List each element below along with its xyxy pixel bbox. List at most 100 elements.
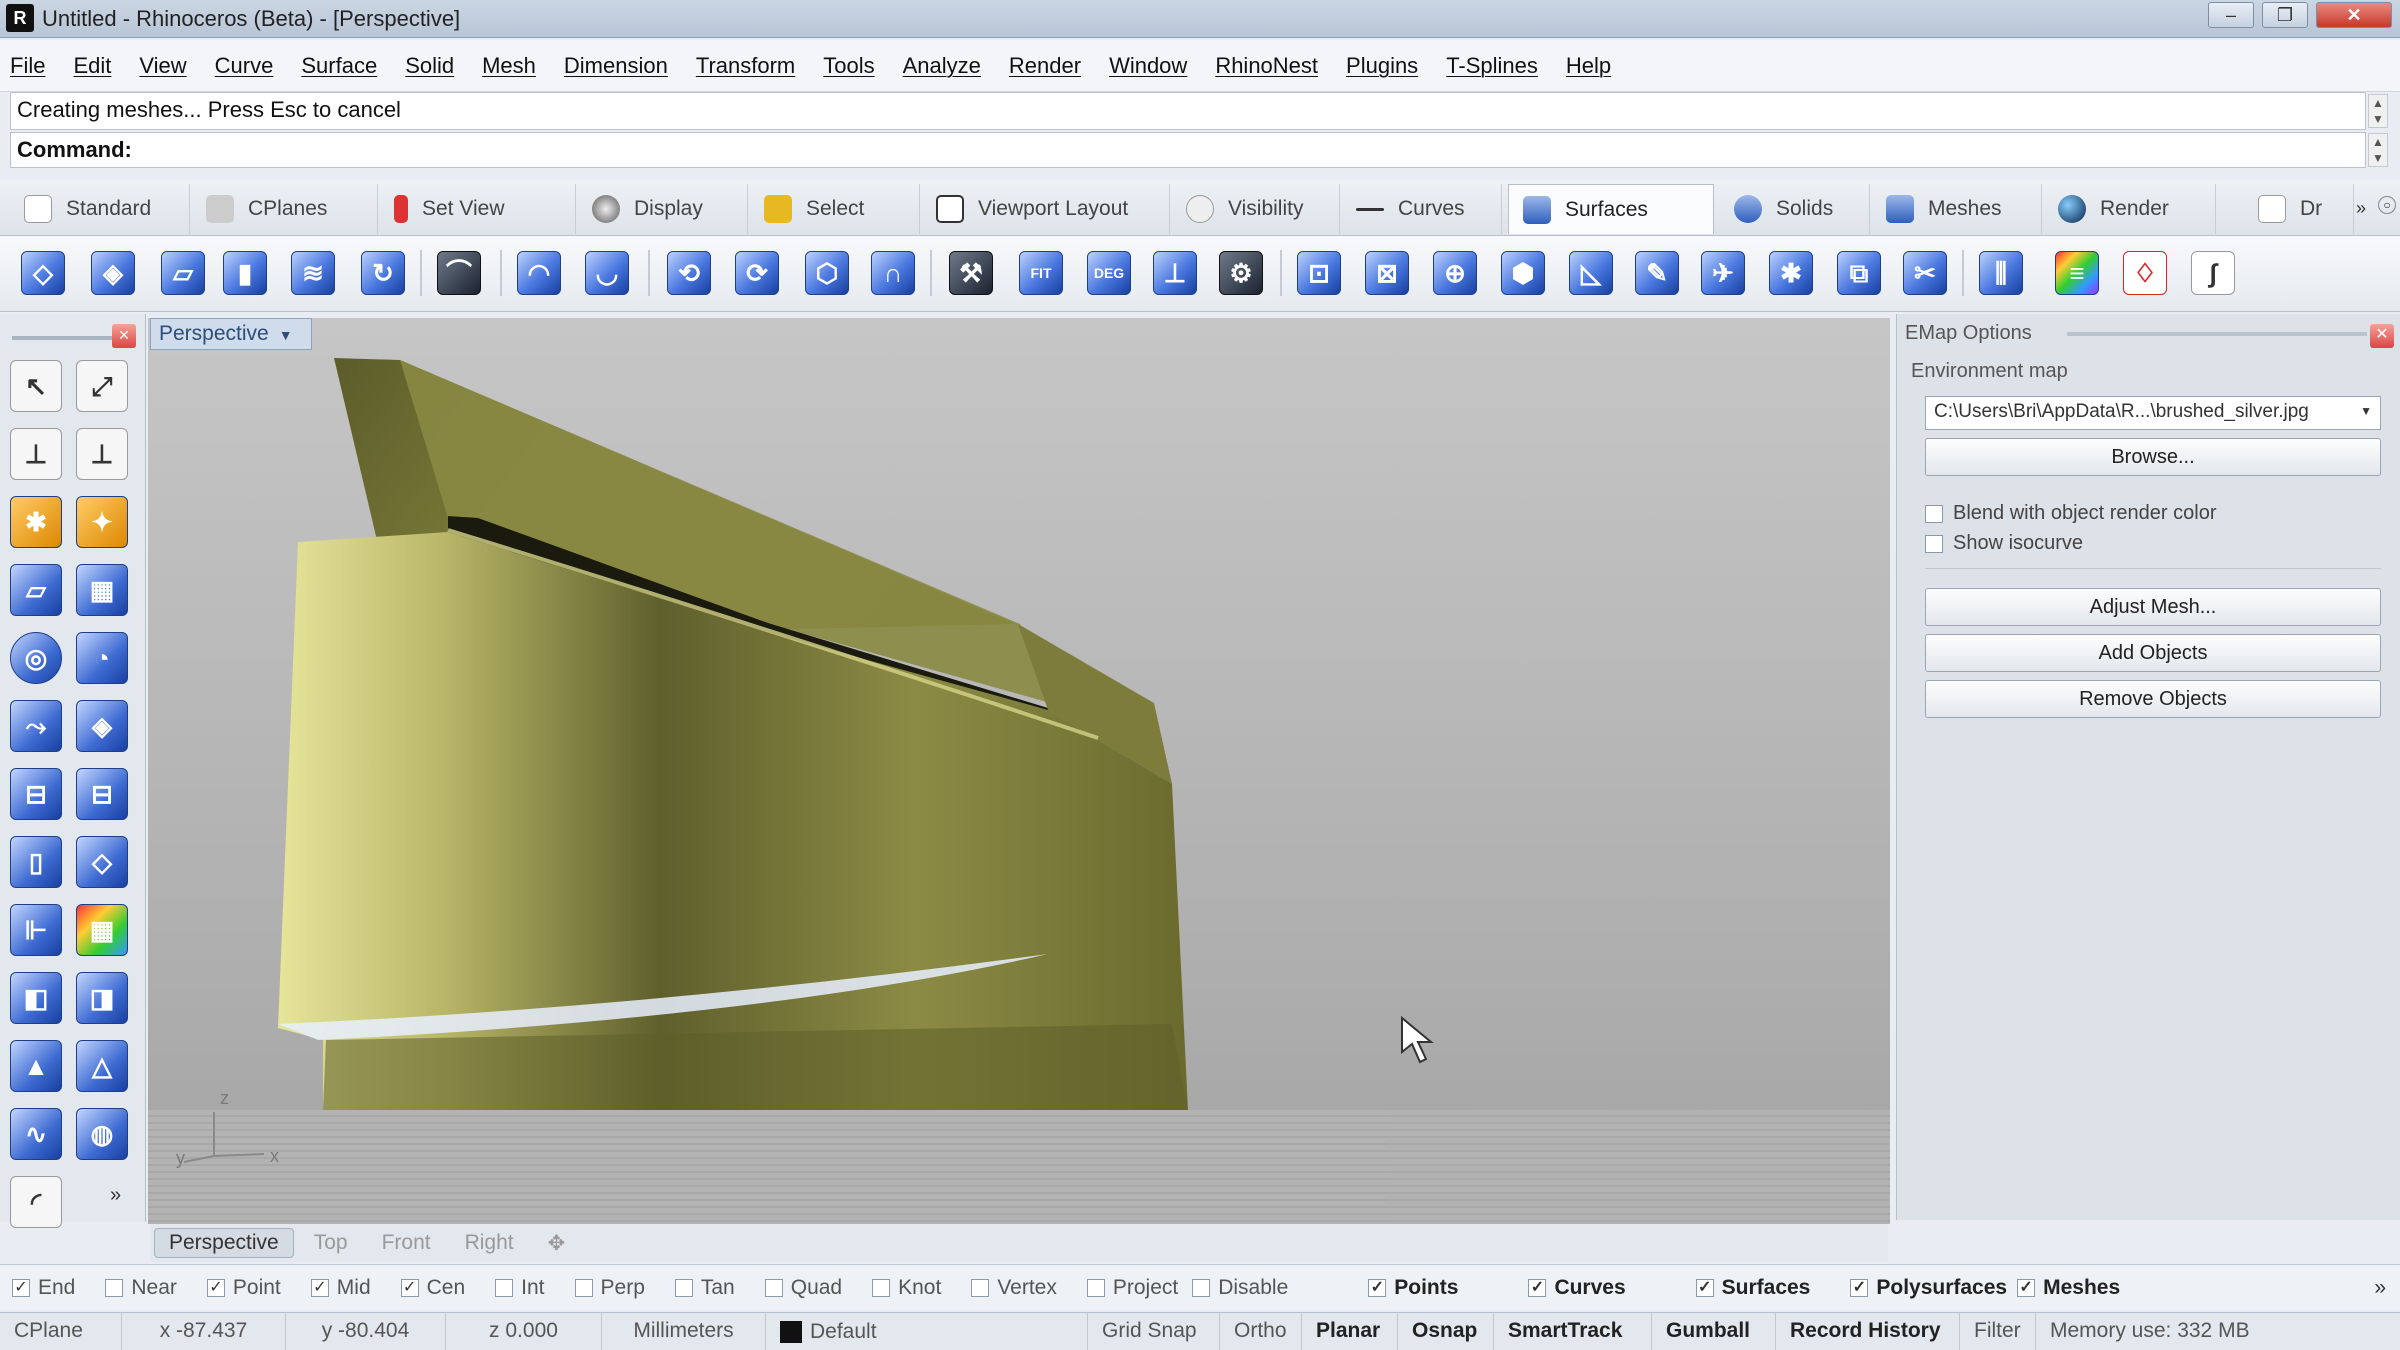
box-icon[interactable]: ⊟: [10, 768, 62, 820]
command-input[interactable]: Command:: [10, 132, 2366, 168]
osnap-quad-checkbox[interactable]: [764, 1278, 783, 1297]
ellipse-icon[interactable]: ◎: [10, 632, 62, 684]
curvature-analysis-icon[interactable]: ⫼: [1974, 244, 2028, 302]
add-objects-button[interactable]: Add Objects: [1925, 634, 2381, 672]
sweep-1-rail-icon[interactable]: ⌒: [432, 244, 486, 302]
tab-select[interactable]: Select: [750, 184, 920, 234]
tab-cplanes[interactable]: CPlanes: [192, 184, 378, 234]
shrink-trimmed-icon[interactable]: ⧉: [1832, 244, 1886, 302]
menu-tools[interactable]: Tools: [823, 53, 874, 79]
menu-analyze[interactable]: Analyze: [903, 53, 981, 79]
rhino-app-icon[interactable]: R: [6, 4, 34, 32]
offset-surface-icon[interactable]: ⬢: [1496, 244, 1550, 302]
tab-solids[interactable]: Solids: [1720, 184, 1870, 234]
ortho-toggle[interactable]: Ortho: [1220, 1312, 1302, 1350]
revolve-icon[interactable]: ↻: [356, 244, 410, 302]
osnap-int[interactable]: Int: [495, 1276, 545, 1300]
loft-icon[interactable]: ≋: [286, 244, 340, 302]
gumball-toggle[interactable]: Gumball: [1652, 1312, 1776, 1350]
osnap-mid-checkbox[interactable]: [310, 1278, 329, 1297]
boolean-union-icon[interactable]: ◧: [10, 972, 62, 1024]
rail-revolve-icon[interactable]: ∩: [866, 244, 920, 302]
menu-view[interactable]: View: [139, 53, 186, 79]
vptab-top[interactable]: Top: [300, 1229, 362, 1257]
filter-toggle[interactable]: Filter: [1960, 1312, 2036, 1350]
vptab-front[interactable]: Front: [368, 1229, 445, 1257]
menu-window[interactable]: Window: [1109, 53, 1187, 79]
pipe-icon[interactable]: ∿: [10, 1108, 62, 1160]
osnap-quad[interactable]: Quad: [764, 1276, 842, 1300]
circle-icon[interactable]: ✦: [76, 496, 128, 548]
osnap-overflow-icon[interactable]: »: [2374, 1276, 2386, 1300]
close-icon[interactable]: ✕: [2370, 324, 2394, 348]
menu-curve[interactable]: Curve: [215, 53, 274, 79]
network-surface-icon[interactable]: ◡: [580, 244, 634, 302]
patch-icon[interactable]: ⟲: [662, 244, 716, 302]
blend-render-color-row[interactable]: Blend with object render color: [1925, 502, 2216, 525]
split-at-isocurve-icon[interactable]: ✱: [1764, 244, 1818, 302]
osnap-vertex-checkbox[interactable]: [971, 1278, 990, 1297]
filter-polysurfaces[interactable]: Polysurfaces: [1850, 1276, 2007, 1300]
tab-visibility[interactable]: Visibility: [1172, 184, 1340, 234]
command-scroll-arrows[interactable]: ▲ ▼: [2368, 133, 2388, 167]
osnap-knot-checkbox[interactable]: [872, 1278, 891, 1297]
variable-fillet-icon[interactable]: ◺: [1564, 244, 1618, 302]
vptab-right[interactable]: Right: [451, 1229, 528, 1257]
surface-from-edges-icon[interactable]: ◈: [86, 244, 140, 302]
palette-grip[interactable]: [12, 336, 120, 340]
osnap-tan-checkbox[interactable]: [674, 1278, 693, 1297]
options-icon[interactable]: ○: [2378, 196, 2396, 214]
menu-rhinonest[interactable]: RhinoNest: [1215, 53, 1318, 79]
environment-map-select[interactable]: C:\Users\Bri\AppData\R...\brushed_silver…: [1925, 396, 2381, 430]
tab-surfaces[interactable]: Surfaces: [1508, 184, 1714, 234]
fit-surface-icon[interactable]: FIT: [1014, 244, 1068, 302]
menu-edit[interactable]: Edit: [73, 53, 111, 79]
polyline-icon[interactable]: ⊥: [76, 428, 128, 480]
merge-surface-icon[interactable]: ⚙: [1214, 244, 1268, 302]
change-degree-icon[interactable]: DEG: [1082, 244, 1136, 302]
adjust-mesh-button[interactable]: Adjust Mesh...: [1925, 588, 2381, 626]
add-viewport-icon[interactable]: ✥: [534, 1229, 580, 1258]
torus-icon[interactable]: ◍: [76, 1108, 128, 1160]
tab-overflow-icon[interactable]: »: [2356, 198, 2366, 219]
chevron-down-icon[interactable]: ▼: [279, 327, 293, 343]
menu-help[interactable]: Help: [1566, 53, 1611, 79]
match-surface-icon[interactable]: ⚒: [944, 244, 998, 302]
filter-meshes-checkbox[interactable]: [2017, 1278, 2036, 1297]
osnap-project-checkbox[interactable]: [1086, 1278, 1105, 1297]
filter-curves-checkbox[interactable]: [1528, 1278, 1547, 1297]
sweep-2-rails-icon[interactable]: ◠: [512, 244, 566, 302]
filter-curves[interactable]: Curves: [1528, 1276, 1626, 1300]
extrude-curve-icon[interactable]: ▮: [218, 244, 272, 302]
filter-polysurfaces-checkbox[interactable]: [1850, 1278, 1869, 1297]
maximize-button[interactable]: ❐: [2262, 2, 2308, 28]
tab-drafting[interactable]: Dr: [2244, 184, 2354, 234]
status-cplane[interactable]: CPlane: [0, 1312, 122, 1350]
point-icon[interactable]: ⤢: [76, 360, 128, 412]
pyramid-icon[interactable]: △: [76, 1040, 128, 1092]
osnap-cen[interactable]: Cen: [400, 1276, 465, 1300]
filter-surfaces[interactable]: Surfaces: [1695, 1276, 1810, 1300]
status-layer[interactable]: Default: [766, 1312, 1088, 1350]
cylinder-icon[interactable]: ▯: [10, 836, 62, 888]
osnap-disable[interactable]: Disable: [1192, 1276, 1288, 1300]
smarttrack-toggle[interactable]: SmartTrack: [1494, 1312, 1652, 1350]
osnap-perp-checkbox[interactable]: [574, 1278, 593, 1297]
text-icon[interactable]: ◈: [76, 700, 128, 752]
menu-transform[interactable]: Transform: [696, 53, 795, 79]
isocurve-checkbox[interactable]: [1925, 534, 1943, 553]
blend-surface-2-icon[interactable]: ✎: [1630, 244, 1684, 302]
show-isocurve-row[interactable]: Show isocurve: [1925, 532, 2083, 555]
connect-surface-icon[interactable]: ✈: [1696, 244, 1750, 302]
blend-checkbox[interactable]: [1925, 504, 1943, 523]
menu-mesh[interactable]: Mesh: [482, 53, 536, 79]
chamfer-surface-icon[interactable]: ⊕: [1428, 244, 1482, 302]
select-arrow-icon[interactable]: ↖: [10, 360, 62, 412]
rectangle-icon[interactable]: ▱: [10, 564, 62, 616]
menu-dimension[interactable]: Dimension: [564, 53, 668, 79]
rebuild-surface-icon[interactable]: ⊥: [1148, 244, 1202, 302]
panel-grip[interactable]: [2067, 332, 2367, 336]
osnap-near-checkbox[interactable]: [105, 1278, 124, 1297]
menu-render[interactable]: Render: [1009, 53, 1081, 79]
osnap-point-checkbox[interactable]: [206, 1278, 225, 1297]
